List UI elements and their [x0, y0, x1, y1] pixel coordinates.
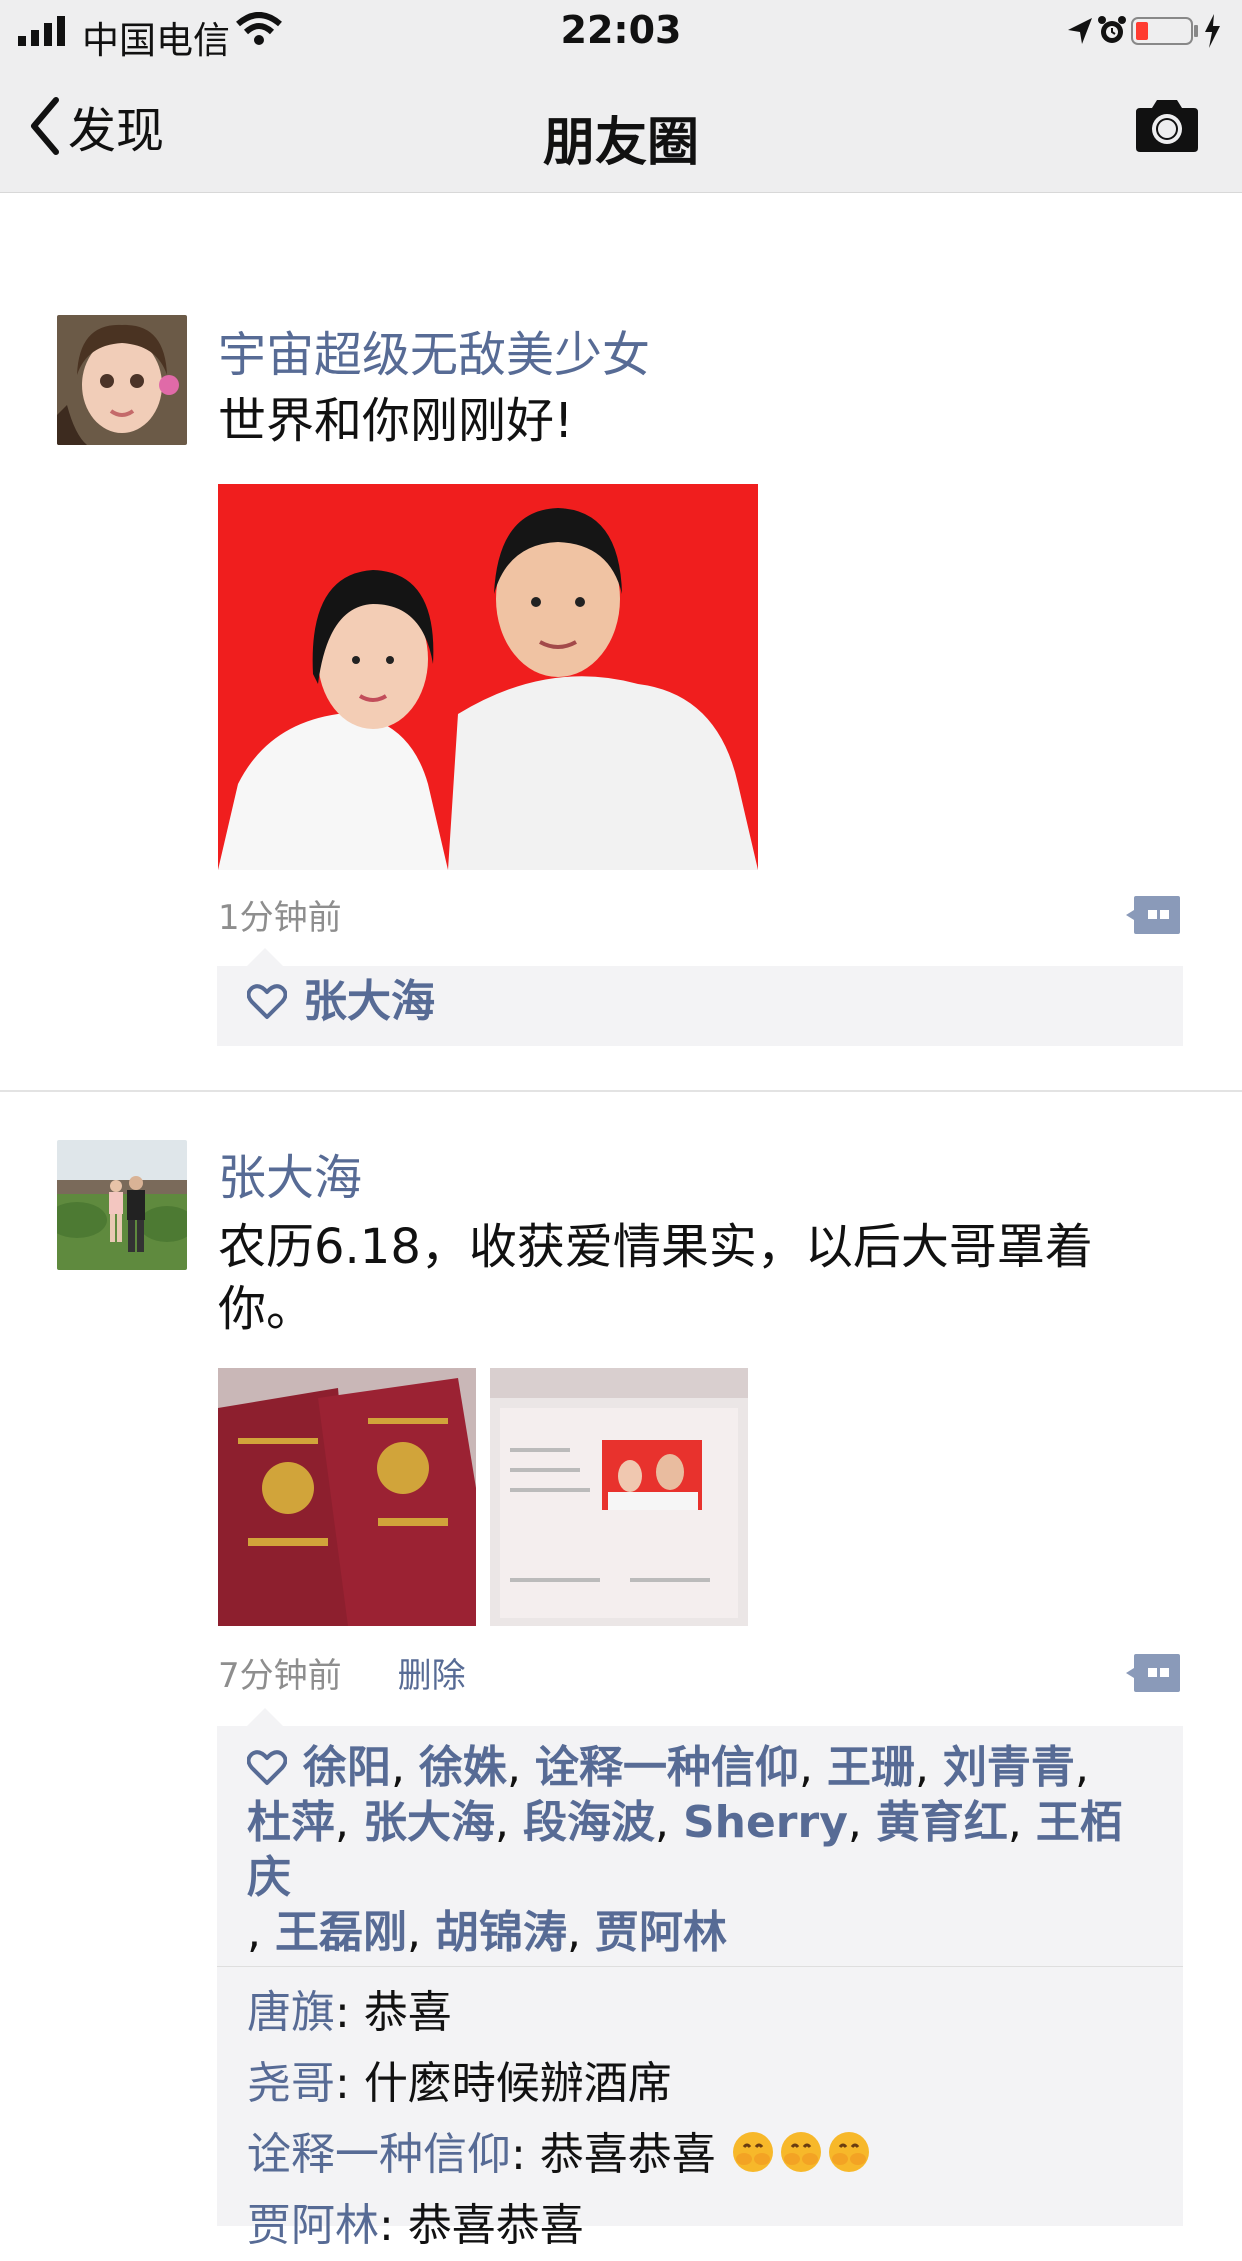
like-name[interactable]: Sherry [683, 1797, 848, 1848]
emoji-icon [780, 2132, 821, 2172]
post-author[interactable]: 宇宙超级无敌美少女 [218, 315, 650, 385]
comment-item[interactable]: 诠释一种信仰: 恭喜恭喜 [247, 2119, 1183, 2190]
like-name[interactable]: 张大海 [303, 976, 435, 1027]
like-name[interactable]: 张大海 [363, 1797, 495, 1848]
heart-icon [247, 1750, 287, 1785]
likes-list: 徐阳, 徐姝, 诠释一种信仰, 王珊, 刘青青, 杜萍, 张大海, 段海波, Sh… [247, 1742, 1124, 1958]
camera-icon[interactable] [1134, 98, 1200, 152]
moment-post: 张大海 农历6.18，收获爱情果实，以后大哥罩着你。 7分钟前 删除 徐阳, 徐… [0, 1092, 1242, 2251]
like-name[interactable]: 黄育红 [876, 1797, 1008, 1848]
post-time: 7分钟前 [218, 1656, 342, 1696]
comment-author[interactable]: 诠释一种信仰 [247, 2129, 511, 2180]
battery-icon [1131, 17, 1198, 45]
nav-bar: 发现 朋友圈 [0, 62, 1242, 193]
comment-item[interactable]: 贾阿林: 恭喜恭喜 [247, 2190, 1183, 2261]
comment-text: 什麼時候辦酒席 [363, 2058, 672, 2109]
like-name[interactable]: 贾阿林 [595, 1907, 727, 1958]
emoji-icon [732, 2132, 773, 2172]
like-name[interactable]: 王珊 [827, 1742, 915, 1793]
like-name[interactable]: 徐阳 [303, 1742, 391, 1793]
status-bar: 中国电信 22:03 [0, 0, 1242, 62]
post-photo[interactable] [490, 1368, 748, 1626]
post-time: 1分钟前 [218, 898, 342, 938]
moment-post: 宇宙超级无敌美少女 世界和你刚刚好! 1分钟前 张大海 [0, 190, 1242, 1090]
comment-text: 恭喜恭喜 [539, 2129, 716, 2180]
comment-item[interactable]: 唐旗: 恭喜 [247, 1977, 1183, 2048]
location-icon [1068, 18, 1092, 44]
post-text: 农历6.18，收获爱情果实，以后大哥罩着你。 [218, 1219, 1093, 1337]
post-text: 世界和你刚刚好! [218, 393, 574, 449]
status-time: 22:03 [560, 8, 682, 52]
like-name[interactable]: 王磊刚 [275, 1907, 407, 1958]
post-photo[interactable] [218, 1368, 476, 1626]
status-right-icons [1068, 14, 1220, 48]
like-name[interactable]: 杜萍 [247, 1797, 335, 1848]
post-author[interactable]: 张大海 [218, 1138, 362, 1208]
comments-list: 唐旗: 恭喜 尧哥: 什麼時候辦酒席 诠释一种信仰: 恭喜恭喜 贾阿林: 恭喜恭… [217, 1966, 1183, 2261]
likes-box: 徐阳, 徐姝, 诠释一种信仰, 王珊, 刘青青, 杜萍, 张大海, 段海波, Sh… [217, 1708, 1183, 2251]
post-meta: 7分钟前 删除 [218, 1648, 466, 1697]
comment-author[interactable]: 唐旗 [247, 1987, 335, 2038]
like-name[interactable]: 刘青青 [943, 1742, 1075, 1793]
likes-box: 张大海 [217, 948, 1183, 1046]
comment-item[interactable]: 尧哥: 什麼時候辦酒席 [247, 2048, 1183, 2119]
like-name[interactable]: 诠释一种信仰 [535, 1742, 799, 1793]
delete-link[interactable]: 删除 [398, 1656, 466, 1696]
avatar[interactable] [57, 1140, 187, 1270]
comment-icon[interactable] [1124, 1652, 1182, 1694]
like-name[interactable]: 徐姝 [419, 1742, 507, 1793]
like-name[interactable]: 胡锦涛 [435, 1907, 567, 1958]
comment-author[interactable]: 尧哥 [247, 2058, 335, 2109]
emoji-icon [828, 2132, 869, 2172]
alarm-icon [1098, 16, 1126, 43]
heart-icon [247, 984, 287, 1019]
post-photo[interactable] [218, 484, 758, 870]
charging-icon [1205, 14, 1220, 48]
avatar[interactable] [57, 315, 187, 445]
comment-text: 恭喜 [363, 1987, 452, 2038]
like-name[interactable]: 段海波 [523, 1797, 655, 1848]
comment-icon[interactable] [1124, 894, 1182, 936]
page-title: 朋友圈 [542, 113, 699, 173]
